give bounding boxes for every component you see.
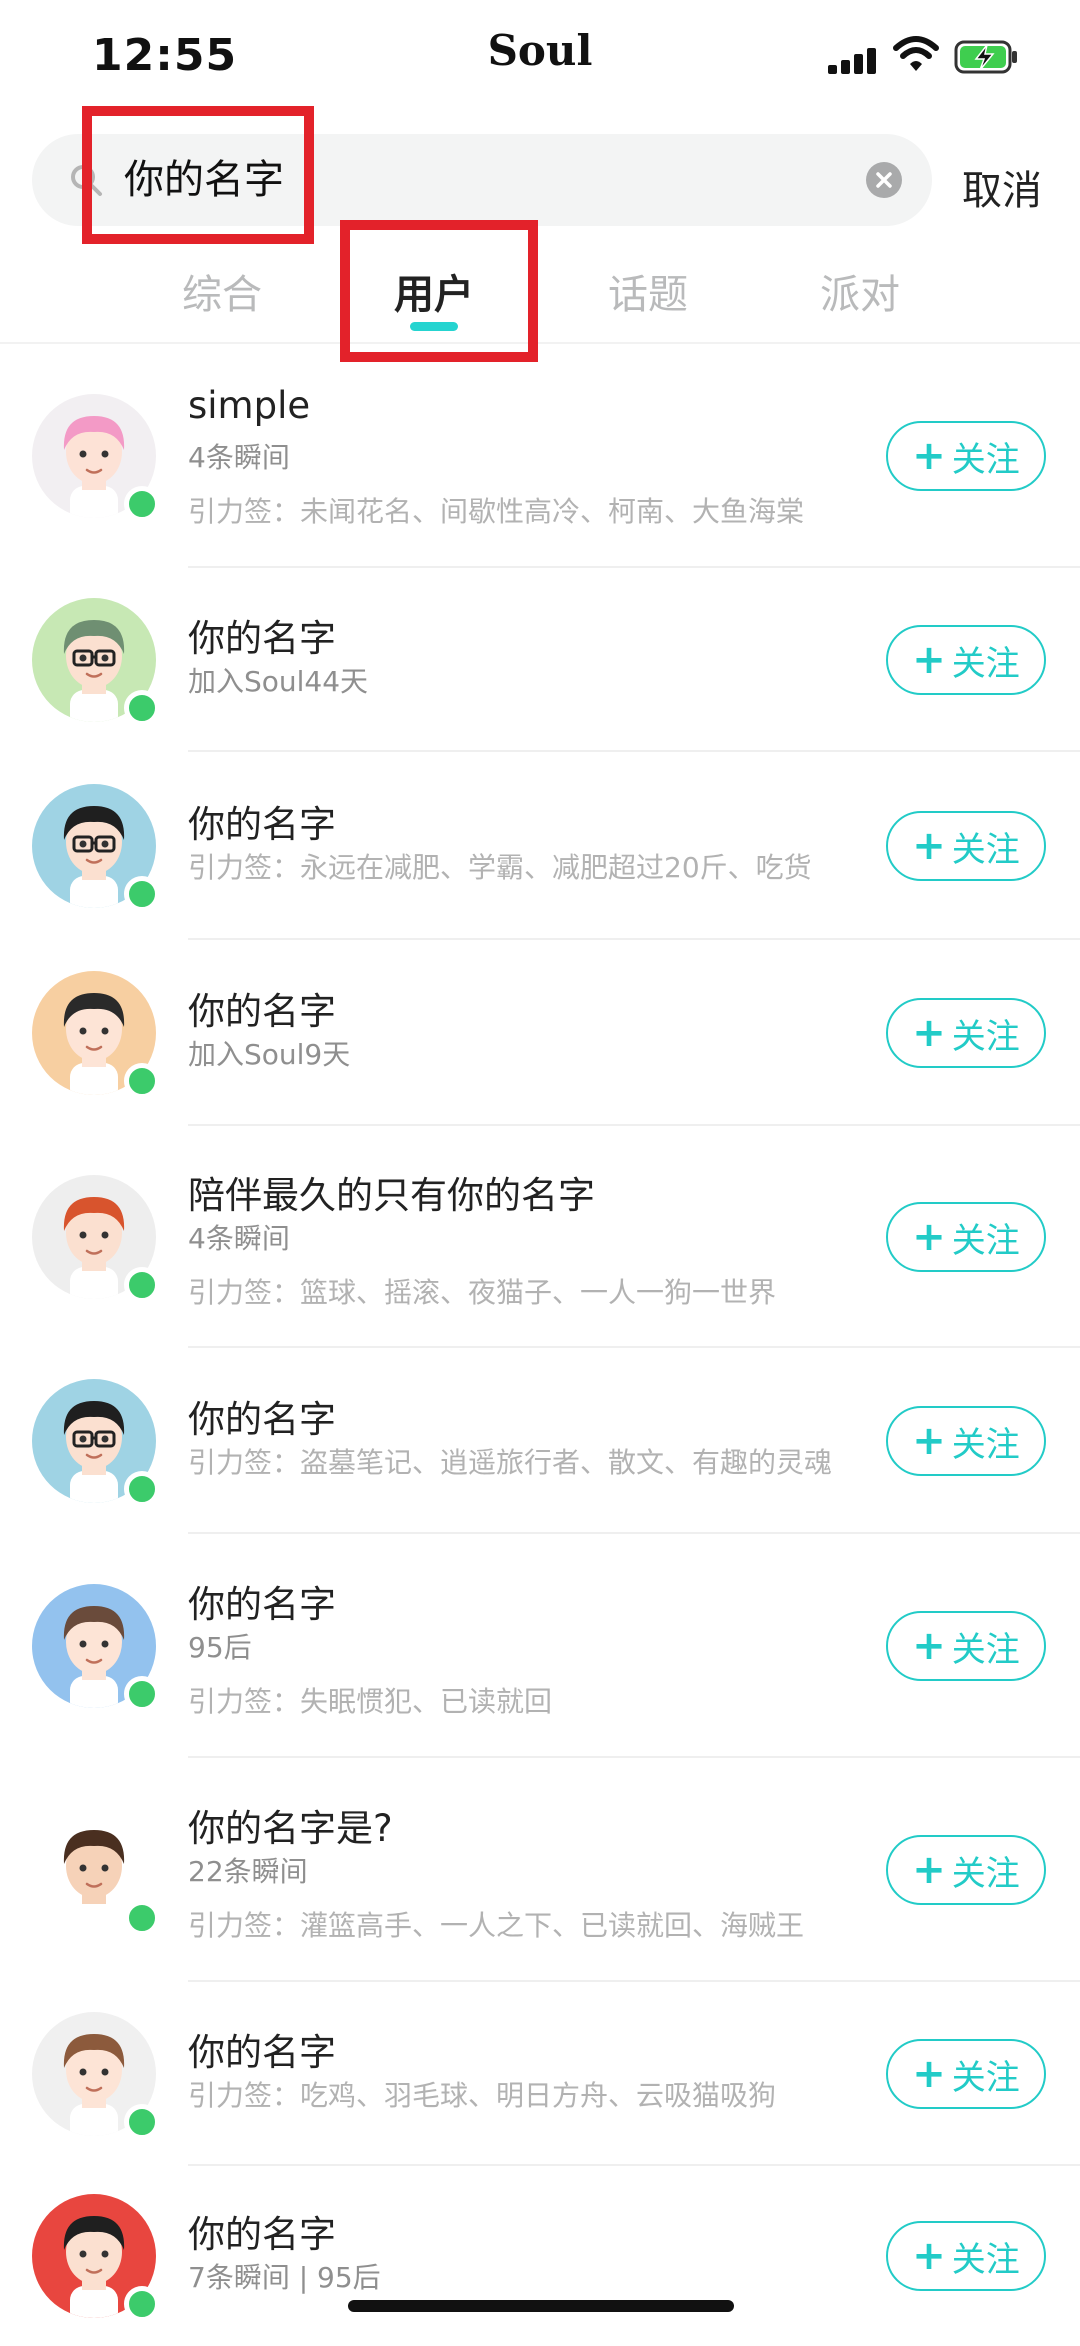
plus-icon: +	[912, 1010, 946, 1056]
user-tags: 引力签：未闻花名、间歇性高冷、柯南、大鱼海棠	[188, 495, 805, 528]
plus-icon: +	[912, 1623, 946, 1669]
search-tabs: 综合 用户 话题 派对	[0, 252, 1080, 342]
tab-general[interactable]: 综合	[182, 262, 262, 320]
annotation-highlight-search	[82, 106, 314, 244]
user-tags: 引力签：篮球、摇滚、夜猫子、一人一狗一世界	[188, 1276, 777, 1309]
user-row[interactable]: 你的名字引力签：盗墓笔记、逍遥旅行者、散文、有趣的灵魂 + 关注	[0, 1348, 1080, 1534]
user-row[interactable]: 陪伴最久的只有你的名字 4条瞬间引力签：篮球、摇滚、夜猫子、一人一狗一世界 + 关注	[0, 1126, 1080, 1348]
plus-icon: +	[912, 1847, 946, 1893]
user-name: 你的名字	[188, 803, 336, 846]
user-row[interactable]: 你的名字引力签：吃鸡、羽毛球、明日方舟、云吸猫吸狗 + 关注	[0, 1982, 1080, 2166]
online-status-dot	[124, 1676, 160, 1712]
follow-button[interactable]: + 关注	[886, 1835, 1046, 1905]
online-status-dot	[124, 1063, 160, 1099]
user-name: 你的名字	[188, 990, 336, 1033]
online-status-dot	[124, 876, 160, 912]
user-tags: 引力签：灌篮高手、一人之下、已读就回、海贼王	[188, 1909, 805, 1942]
cellular-signal-icon	[828, 48, 880, 74]
status-bar: 12:55 Soul	[0, 0, 1080, 110]
follow-label: 关注	[951, 439, 1020, 480]
follow-button[interactable]: + 关注	[886, 421, 1046, 491]
plus-icon: +	[912, 2051, 946, 2097]
user-tags: 引力签：吃鸡、羽毛球、明日方舟、云吸猫吸狗	[188, 2079, 777, 2112]
tab-topics[interactable]: 话题	[608, 262, 688, 320]
follow-button[interactable]: + 关注	[886, 2221, 1046, 2291]
follow-label: 关注	[951, 643, 1020, 684]
plus-icon: +	[912, 823, 946, 869]
follow-button[interactable]: + 关注	[886, 811, 1046, 881]
follow-label: 关注	[951, 1016, 1020, 1057]
user-meta: 加入Soul44天	[188, 665, 369, 698]
plus-icon: +	[912, 1418, 946, 1464]
user-row[interactable]: simple 4条瞬间引力签：未闻花名、间歇性高冷、柯南、大鱼海棠 + 关注	[0, 344, 1080, 568]
user-name: 陪伴最久的只有你的名字	[188, 1174, 595, 1217]
follow-label: 关注	[951, 829, 1020, 870]
annotation-highlight-tab	[340, 220, 538, 362]
user-name: 你的名字	[188, 2213, 336, 2256]
user-row[interactable]: 你的名字是? 22条瞬间引力签：灌篮高手、一人之下、已读就回、海贼王 + 关注	[0, 1758, 1080, 1982]
follow-label: 关注	[951, 2057, 1020, 2098]
user-tags: 引力签：永远在减肥、学霸、减肥超过20斤、吃货	[188, 851, 812, 884]
follow-label: 关注	[951, 1220, 1020, 1261]
user-meta: 4条瞬间	[188, 441, 290, 474]
online-status-dot	[124, 1471, 160, 1507]
user-tags: 引力签：失眠惯犯、已读就回	[188, 1685, 553, 1718]
online-status-dot	[124, 2286, 160, 2322]
user-meta: 加入Soul9天	[188, 1038, 351, 1071]
user-row[interactable]: 你的名字引力签：永远在减肥、学霸、减肥超过20斤、吃货 + 关注	[0, 752, 1080, 940]
follow-label: 关注	[951, 1629, 1020, 1670]
user-name: simple	[188, 384, 311, 427]
follow-label: 关注	[951, 1853, 1020, 1894]
follow-label: 关注	[951, 1424, 1020, 1465]
user-meta: 95后	[188, 1631, 252, 1664]
user-row[interactable]: 你的名字 7条瞬间 | 95后 + 关注	[0, 2166, 1080, 2346]
online-status-dot	[124, 2104, 160, 2140]
plus-icon: +	[912, 433, 946, 479]
tab-party[interactable]: 派对	[820, 262, 900, 320]
online-status-dot	[124, 690, 160, 726]
user-name: 你的名字	[188, 2031, 336, 2074]
user-meta: 7条瞬间 | 95后	[188, 2261, 381, 2294]
battery-charging-icon	[954, 40, 1020, 74]
follow-button[interactable]: + 关注	[886, 1406, 1046, 1476]
user-name: 你的名字是?	[188, 1807, 393, 1850]
follow-label: 关注	[951, 2239, 1020, 2280]
cancel-button[interactable]: 取消	[962, 158, 1042, 216]
follow-button[interactable]: + 关注	[886, 1202, 1046, 1272]
plus-icon: +	[912, 637, 946, 683]
user-meta: 22条瞬间	[188, 1855, 308, 1888]
home-indicator	[348, 2300, 734, 2312]
user-tags: 引力签：盗墓笔记、逍遥旅行者、散文、有趣的灵魂	[188, 1446, 833, 1479]
follow-button[interactable]: + 关注	[886, 998, 1046, 1068]
plus-icon: +	[912, 2233, 946, 2279]
online-status-dot	[124, 1267, 160, 1303]
online-status-dot	[124, 486, 160, 522]
user-name: 你的名字	[188, 1583, 336, 1626]
user-row[interactable]: 你的名字 95后引力签：失眠惯犯、已读就回 + 关注	[0, 1534, 1080, 1758]
follow-button[interactable]: + 关注	[886, 2039, 1046, 2109]
online-status-dot	[124, 1900, 160, 1936]
user-row[interactable]: 你的名字加入Soul9天 + 关注	[0, 940, 1080, 1126]
user-row[interactable]: 你的名字加入Soul44天 + 关注	[0, 568, 1080, 752]
wifi-icon	[892, 34, 940, 74]
follow-button[interactable]: + 关注	[886, 1611, 1046, 1681]
user-meta: 4条瞬间	[188, 1222, 290, 1255]
user-name: 你的名字	[188, 617, 336, 660]
user-name: 你的名字	[188, 1398, 336, 1441]
clear-search-icon[interactable]	[866, 162, 902, 198]
plus-icon: +	[912, 1214, 946, 1260]
follow-button[interactable]: + 关注	[886, 625, 1046, 695]
